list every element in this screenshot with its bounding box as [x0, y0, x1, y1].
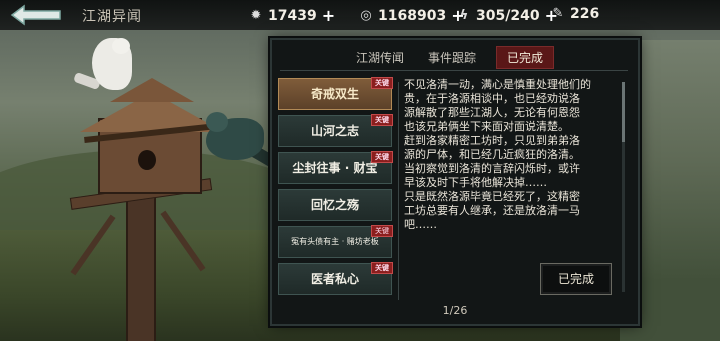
- key-badge: 关键: [371, 114, 393, 126]
- copper-coin-icon: ◎: [360, 7, 372, 23]
- resource-value: 226: [570, 6, 600, 22]
- quest-item[interactable]: 回忆之殇: [278, 189, 392, 221]
- key-badge: 关键: [371, 262, 393, 274]
- tab-divider: [280, 70, 628, 71]
- page-indicator: 1/26: [442, 304, 468, 317]
- top-bar: 江湖异闻 ✹ 17439 + ◎ 1168903 + ϟ 305/240 + ✎…: [0, 0, 720, 30]
- resource-value: 1168903: [378, 7, 447, 24]
- back-arrow-icon: [10, 4, 61, 26]
- resource-energy: ϟ 305/240 +: [456, 6, 558, 25]
- completed-button[interactable]: 已完成: [540, 263, 612, 295]
- quest-item[interactable]: 尘封往事 · 财宝 关键: [278, 151, 393, 184]
- quest-title: 回忆之殇: [310, 198, 359, 212]
- birdhouse-post: [126, 180, 156, 341]
- quest-item[interactable]: 奇戒双生 关键: [278, 77, 393, 110]
- resource-value: 17439: [268, 7, 317, 24]
- story-text: 不见洛清一动，满心是慎重处理他们的 贵，在于洛源相谈中，也已经劝说洛 源解散了那…: [404, 78, 591, 231]
- quest-title: 冤有头债有主 · 赌坊老板: [291, 237, 379, 246]
- energy-icon: ϟ: [459, 7, 469, 23]
- coin-icon: ✹: [250, 7, 262, 23]
- back-button[interactable]: [8, 2, 66, 28]
- quest-title: 医者私心: [310, 272, 359, 286]
- story-scrollbar[interactable]: [622, 82, 625, 292]
- quest-panel: 江湖传闻 事件跟踪 已完成 奇戒双生 关键 山河之志 关键 尘封往事 · 财宝 …: [270, 38, 640, 326]
- resource-coin: ✹ 17439 +: [248, 6, 336, 25]
- resource-scroll: ✎ 226: [550, 6, 600, 22]
- scroll-icon: ✎: [552, 6, 564, 21]
- key-badge: 关键: [371, 151, 393, 163]
- resource-copper: ◎ 1168903 +: [358, 6, 464, 25]
- tab-tracking[interactable]: 事件跟踪: [428, 49, 476, 66]
- white-pigeon-head: [112, 38, 130, 54]
- dark-pigeon-head: [206, 112, 228, 132]
- key-badge: 关键: [371, 77, 393, 89]
- quest-title: 奇戒双生: [310, 87, 359, 101]
- tab-completed[interactable]: 已完成: [496, 46, 555, 69]
- tab-bar: 江湖传闻 事件跟踪 已完成: [272, 46, 638, 70]
- column-divider: [398, 82, 399, 300]
- quest-item[interactable]: 医者私心 关键: [278, 262, 393, 295]
- resource-value: 305/240: [476, 7, 540, 24]
- key-badge: 关键: [371, 225, 393, 237]
- page-title: 江湖异闻: [82, 9, 142, 25]
- quest-item[interactable]: 冤有头债有主 · 赌坊老板 关键: [278, 225, 393, 258]
- quest-title: 山河之志: [310, 124, 359, 138]
- quest-title: 尘封往事 · 财宝: [292, 161, 378, 175]
- scrollbar-thumb[interactable]: [622, 82, 625, 142]
- quest-item[interactable]: 山河之志 关键: [278, 114, 393, 147]
- add-coin-button[interactable]: +: [322, 6, 335, 25]
- tab-rumors[interactable]: 江湖传闻: [356, 49, 404, 66]
- birdhouse-hole: [138, 150, 156, 170]
